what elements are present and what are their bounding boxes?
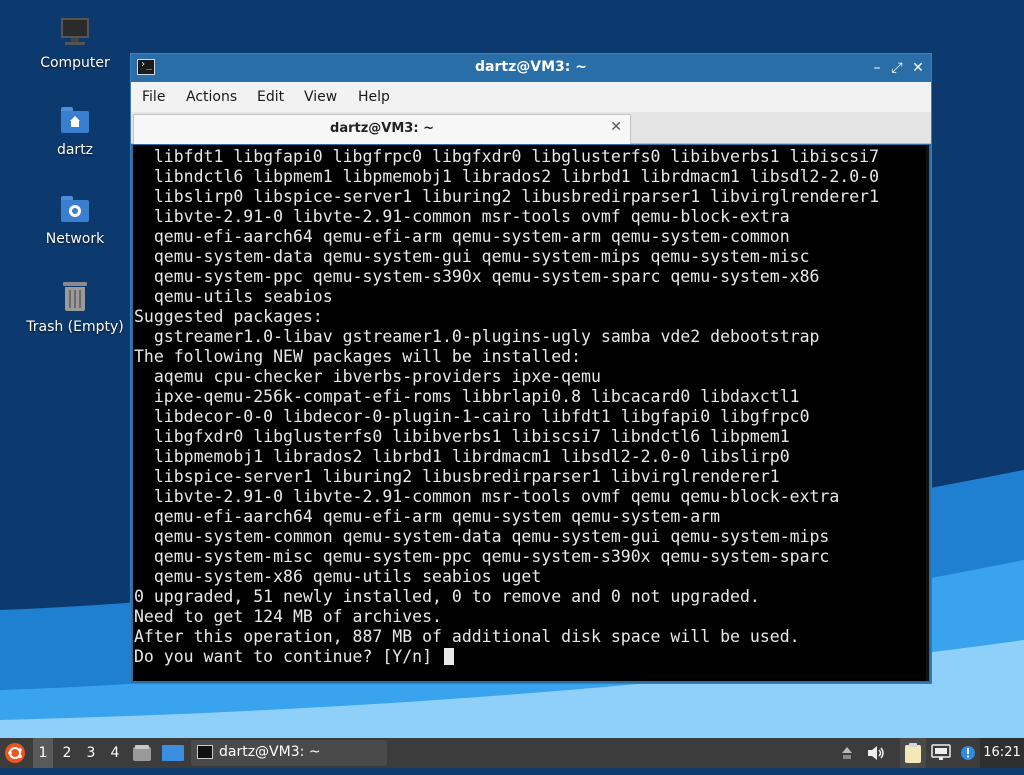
menu-file[interactable]: File (142, 89, 165, 105)
trash-icon (58, 280, 92, 314)
menu-edit[interactable]: Edit (257, 89, 284, 105)
terminal-line: qemu-utils seabios (134, 287, 333, 306)
maximize-icon[interactable]: ⤢ (887, 58, 907, 78)
terminal-text: libfdt1 libgfapi0 libgfrpc0 libgfxdr0 li… (133, 145, 929, 667)
terminal-line: qemu-system-ppc qemu-system-s390x qemu-s… (134, 267, 820, 286)
taskbar-task-label: dartz@VM3: ~ (219, 744, 321, 760)
tray-scroll-indicator[interactable] (838, 738, 856, 768)
terminal-line: Need to get 124 MB of archives. (134, 607, 442, 626)
workspace-4[interactable]: 4 (105, 738, 125, 768)
terminal-line: qemu-efi-aarch64 qemu-efi-arm qemu-syste… (134, 507, 721, 526)
terminal-window: dartz@VM3: ~ – ⤢ ✕ File Actions Edit Vie… (130, 53, 932, 684)
terminal-line: gstreamer1.0-libav gstreamer1.0-plugins-… (134, 327, 820, 346)
terminal-prompt-line: Do you want to continue? [Y/n] (134, 647, 929, 667)
clipboard-icon (905, 743, 921, 763)
network-folder-icon (58, 192, 92, 226)
network-button[interactable] (928, 738, 954, 768)
desktop-icon (162, 745, 184, 761)
clock[interactable]: 16:21 (980, 738, 1024, 768)
minimize-icon[interactable]: – (867, 58, 887, 78)
terminal-line: libpmemobj1 librados2 librbd1 librdmacm1… (134, 447, 790, 466)
desktop-icon-trash[interactable]: Trash (Empty) (20, 280, 130, 336)
taskbar-terminal-button[interactable]: dartz@VM3: ~ (191, 740, 387, 766)
desktop-icon-home-folder[interactable]: dartz (20, 103, 130, 159)
file-manager-icon (133, 745, 151, 761)
terminal-line: qemu-system-misc qemu-system-ppc qemu-sy… (134, 547, 830, 566)
terminal-line: ipxe-qemu-256k-compat-efi-roms libbrlapi… (134, 387, 800, 406)
terminal-line: libspice-server1 liburing2 libusbredirpa… (134, 467, 780, 486)
notifications-button[interactable] (956, 738, 980, 768)
terminal-line: libslirp0 libspice-server1 liburing2 lib… (134, 187, 880, 206)
tab-bar: dartz@VM3: ~ ✕ (131, 112, 931, 144)
terminal-line: libvte-2.91-0 libvte-2.91-common msr-too… (134, 487, 840, 506)
terminal-line: qemu-system-x86 qemu-utils seabios uget (134, 567, 542, 586)
show-desktop-launcher[interactable] (160, 738, 186, 768)
workspace-1[interactable]: 1 (33, 738, 53, 768)
arrow-up-icon (842, 747, 852, 759)
terminal-line: qemu-system-common qemu-system-data qemu… (134, 527, 830, 546)
terminal-line: libgfxdr0 libglusterfs0 libibverbs1 libi… (134, 427, 790, 446)
terminal-line: After this operation, 887 MB of addition… (134, 627, 800, 646)
taskbar: 1 2 3 4 dartz@VM3: ~ 16:21 (0, 738, 1024, 768)
desktop-icon-computer[interactable]: Computer (20, 16, 130, 72)
start-menu-button[interactable] (2, 738, 28, 768)
terminal-line: libvte-2.91-0 libvte-2.91-common msr-too… (134, 207, 790, 226)
desktop-icon-label: dartz (56, 142, 94, 158)
terminal-line: 0 upgraded, 51 newly installed, 0 to rem… (134, 587, 760, 606)
terminal-output[interactable]: libfdt1 libgfapi0 libgfrpc0 libgfxdr0 li… (133, 145, 929, 681)
terminal-line: The following NEW packages will be insta… (134, 347, 582, 366)
network-wired-icon (931, 744, 951, 760)
menubar: File Actions Edit View Help (131, 82, 931, 112)
volume-icon (868, 746, 884, 760)
clipboard-button[interactable] (900, 738, 926, 768)
close-icon[interactable]: ✕ (908, 58, 928, 78)
terminal-icon (197, 745, 213, 759)
terminal-prompt: Do you want to continue? [Y/n] (134, 647, 442, 666)
terminal-line: qemu-efi-aarch64 qemu-efi-arm qemu-syste… (134, 227, 790, 246)
tab-close-icon[interactable]: ✕ (610, 119, 622, 135)
computer-icon (58, 16, 92, 50)
notification-icon (961, 746, 975, 760)
workspace-2[interactable]: 2 (57, 738, 77, 768)
menu-actions[interactable]: Actions (186, 89, 237, 105)
tab-terminal[interactable]: dartz@VM3: ~ ✕ (133, 114, 631, 144)
terminal-cursor (443, 648, 454, 665)
desktop-icon-label: Network (45, 231, 105, 247)
menu-help[interactable]: Help (358, 89, 390, 105)
tab-title: dartz@VM3: ~ (330, 121, 434, 136)
window-titlebar[interactable]: dartz@VM3: ~ – ⤢ ✕ (131, 54, 931, 82)
workspace-3[interactable]: 3 (81, 738, 101, 768)
terminal-scrollbar[interactable] (926, 145, 929, 681)
desktop-icon-network[interactable]: Network (20, 192, 130, 248)
window-title: dartz@VM3: ~ (475, 59, 587, 75)
volume-button[interactable] (864, 738, 888, 768)
app-menu-icon (5, 743, 25, 763)
file-manager-launcher[interactable] (130, 738, 154, 768)
terminal-line: Suggested packages: (134, 307, 323, 326)
terminal-line: qemu-system-data qemu-system-gui qemu-sy… (134, 247, 810, 266)
terminal-line: aqemu cpu-checker ibverbs-providers ipxe… (134, 367, 601, 386)
terminal-line: libdecor-0-0 libdecor-0-plugin-1-cairo l… (134, 407, 810, 426)
home-folder-icon (58, 103, 92, 137)
desktop-icon-label: Trash (Empty) (26, 319, 124, 335)
desktop-icon-label: Computer (40, 55, 110, 71)
terminal-line: libndctl6 libpmem1 libpmemobj1 librados2… (134, 167, 880, 186)
terminal-line: libfdt1 libgfapi0 libgfrpc0 libgfxdr0 li… (134, 147, 880, 166)
menu-view[interactable]: View (304, 89, 337, 105)
